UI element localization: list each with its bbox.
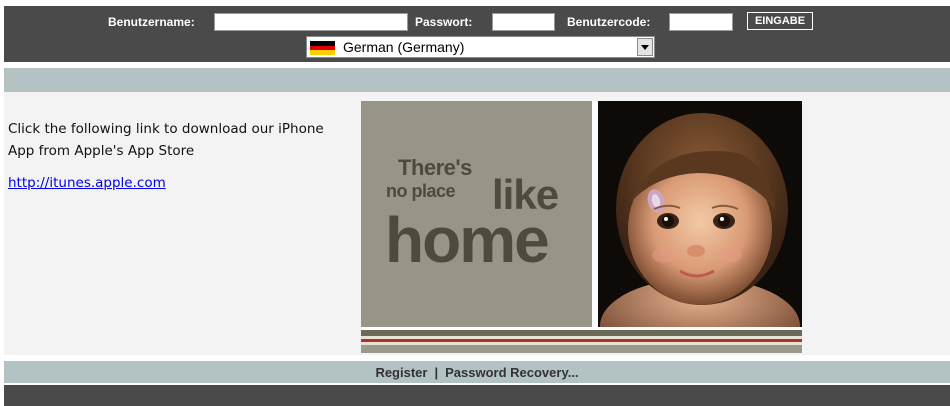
- slogan-line-1: There's: [398, 155, 472, 180]
- login-bar: Benutzername: Passwort: Benutzercode: EI…: [4, 6, 950, 62]
- banner-stripes: [361, 327, 802, 353]
- german-flag-icon: [310, 41, 335, 55]
- username-label: Benutzername:: [108, 15, 195, 29]
- footer-separator: |: [434, 364, 439, 380]
- app-download-text: Click the following link to download our…: [8, 121, 324, 159]
- top-divider-strip: [4, 68, 950, 92]
- baby-photo-illustration: [598, 101, 802, 374]
- username-input[interactable]: [214, 13, 408, 31]
- baby-photo: [598, 101, 802, 374]
- password-input[interactable]: [492, 13, 555, 31]
- footer-links-bar: Register | Password Recovery...: [4, 361, 950, 383]
- language-select-value: German (Germany): [343, 39, 465, 55]
- chevron-down-icon[interactable]: [637, 38, 653, 56]
- bottom-bar: [4, 385, 950, 406]
- register-link[interactable]: Register: [375, 365, 427, 380]
- slogan-line-2: no place: [386, 181, 456, 201]
- itunes-link[interactable]: http://itunes.apple.com: [8, 175, 166, 191]
- usercode-label: Benutzercode:: [567, 15, 651, 29]
- slogan-line-4: home: [385, 204, 550, 276]
- password-recovery-link[interactable]: Password Recovery...: [445, 365, 578, 380]
- submit-button[interactable]: EINGABE: [747, 12, 813, 30]
- banner-slogan-panel: There's no place like home: [361, 101, 592, 327]
- usercode-input[interactable]: [669, 13, 733, 31]
- language-select[interactable]: German (Germany): [306, 36, 655, 58]
- promo-banner: There's no place like home: [361, 101, 802, 374]
- password-label: Passwort:: [415, 15, 473, 29]
